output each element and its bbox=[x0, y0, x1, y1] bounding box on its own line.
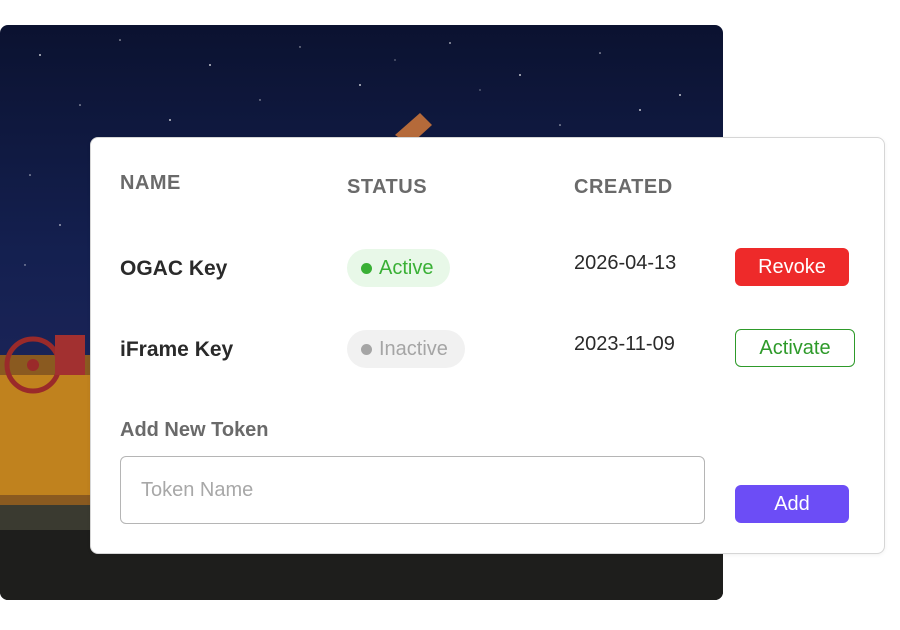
created-date: 2023-11-09 bbox=[574, 333, 675, 355]
token-name-input[interactable] bbox=[120, 456, 705, 524]
created-date: 2026-04-13 bbox=[574, 252, 677, 274]
status-label: Active bbox=[379, 256, 434, 279]
status-dot-icon bbox=[361, 262, 372, 274]
status-badge: Active bbox=[347, 249, 451, 287]
column-header-name: NAME bbox=[120, 172, 181, 194]
add-token-title: Add New Token bbox=[120, 419, 269, 441]
token-name: iFrame Key bbox=[120, 338, 234, 361]
column-header-status: STATUS bbox=[347, 176, 428, 198]
activate-button[interactable]: Activate bbox=[735, 329, 855, 367]
status-label: Inactive bbox=[379, 337, 448, 360]
column-header-created: CREATED bbox=[574, 176, 673, 198]
status-badge: Inactive bbox=[347, 330, 465, 368]
revoke-button[interactable]: Revoke bbox=[735, 248, 849, 286]
tokens-card: NAME STATUS CREATED OGAC Key Active 2026… bbox=[90, 137, 885, 554]
status-dot-icon bbox=[361, 343, 372, 355]
token-name: OGAC Key bbox=[120, 257, 228, 280]
add-button[interactable]: Add bbox=[735, 485, 849, 523]
